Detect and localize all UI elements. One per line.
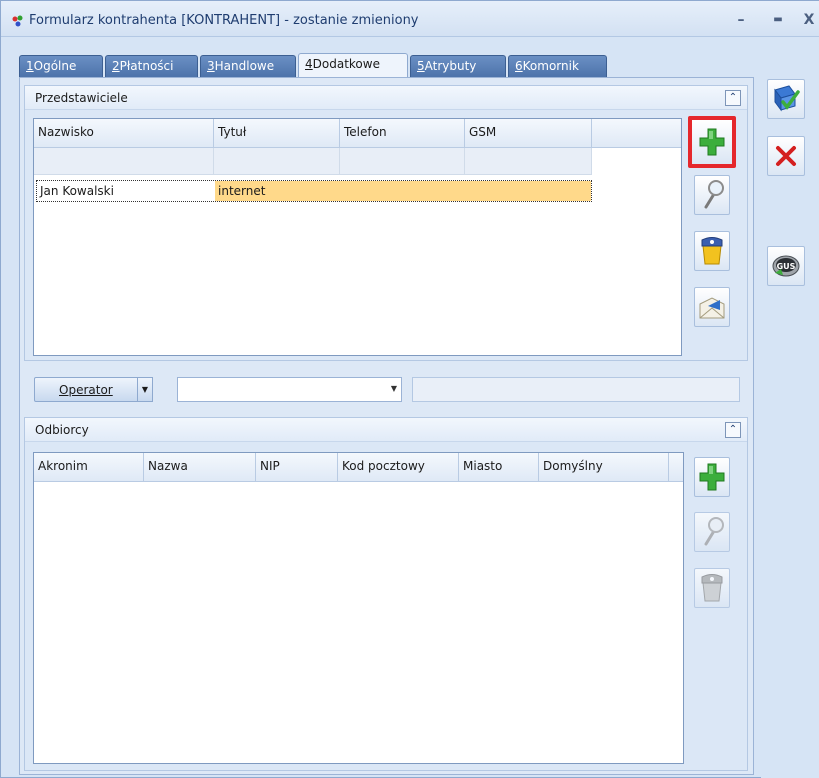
add-representative-button[interactable] <box>688 116 736 168</box>
column-header-telefon[interactable]: Telefon <box>340 119 465 148</box>
collapse-icon[interactable]: ⌃ <box>725 90 741 106</box>
recipients-title: Odbiorcy <box>35 423 89 437</box>
tab-number: 5 <box>417 59 425 73</box>
magnifier-icon <box>704 517 724 546</box>
title-bar: Formularz kontrahenta [KONTRAHENT] - zos… <box>1 1 819 37</box>
recipients-header: Odbiorcy ⌃ <box>25 418 747 442</box>
edit-recipient-button[interactable] <box>694 512 730 552</box>
tab-label: Komornik <box>522 59 579 73</box>
grid-header: Nazwisko Tytuł Telefon GSM <box>34 119 681 148</box>
tab-label: Atrybuty <box>424 59 477 73</box>
representatives-header: Przedstawiciele ⌃ <box>25 86 747 110</box>
delete-representative-button[interactable] <box>694 231 730 271</box>
plus-icon <box>699 128 725 156</box>
edit-representative-button[interactable] <box>694 175 730 215</box>
column-header-miasto[interactable]: Miasto <box>459 453 539 482</box>
tab-ogolne[interactable]: 1Ogólne <box>19 55 103 77</box>
column-header-empty <box>669 453 683 482</box>
maximize-button[interactable]: ▬ <box>768 11 788 29</box>
representatives-group: Przedstawiciele ⌃ Nazwisko Tytuł Telefon… <box>24 85 748 361</box>
filter-cell[interactable] <box>465 148 592 175</box>
delete-recipient-button[interactable] <box>694 568 730 608</box>
representatives-title: Przedstawiciele <box>35 91 128 105</box>
filter-row[interactable] <box>34 148 592 175</box>
tab-number: 2 <box>112 59 120 73</box>
gus-button[interactable]: GUS <box>767 246 805 286</box>
add-recipient-button[interactable] <box>694 457 730 497</box>
gus-icon: GUS <box>772 255 800 277</box>
gus-label: GUS <box>777 262 796 271</box>
trash-icon <box>701 237 723 265</box>
column-header-kod-pocztowy[interactable]: Kod pocztowy <box>338 453 459 482</box>
column-header-gsm[interactable]: GSM <box>465 119 592 148</box>
tab-number: 6 <box>515 59 523 73</box>
grid-header: Akronim Nazwa NIP Kod pocztowy Miasto Do… <box>34 453 683 482</box>
tab-platnosci[interactable]: 2Płatności <box>105 55 198 77</box>
cell-tytul: internet <box>215 181 341 201</box>
tab-label: Ogólne <box>33 59 77 73</box>
tab-content: Przedstawiciele ⌃ Nazwisko Tytuł Telefon… <box>19 77 754 775</box>
save-icon <box>774 85 800 112</box>
cell-gsm <box>466 181 591 201</box>
operator-button[interactable]: Operator <box>34 377 151 402</box>
column-header-nip[interactable]: NIP <box>256 453 338 482</box>
window-title: Formularz kontrahenta [KONTRAHENT] - zos… <box>29 13 419 28</box>
chevron-down-icon[interactable]: ▼ <box>391 384 397 393</box>
collapse-icon[interactable]: ⌃ <box>725 422 741 438</box>
tab-label: Handlowe <box>214 59 275 73</box>
trash-icon <box>701 574 723 602</box>
operator-name-field[interactable] <box>412 377 740 402</box>
column-header-nazwa[interactable]: Nazwa <box>144 453 256 482</box>
save-button[interactable] <box>767 79 805 119</box>
tab-number: 3 <box>207 59 215 73</box>
minimize-button[interactable]: – <box>731 11 751 29</box>
tab-atrybuty[interactable]: 5Atrybuty <box>410 55 506 77</box>
envelope-icon <box>699 297 725 319</box>
tab-dodatkowe[interactable]: 4Dodatkowe <box>298 53 408 78</box>
cancel-button[interactable] <box>767 136 805 176</box>
operator-combo[interactable]: ▼ <box>177 377 402 402</box>
column-header-akronim[interactable]: Akronim <box>34 453 144 482</box>
send-email-button[interactable] <box>694 287 730 327</box>
filter-cell[interactable] <box>34 148 214 175</box>
app-icon <box>12 15 23 27</box>
operator-dropdown-arrow[interactable]: ▼ <box>137 377 153 402</box>
tab-number: 1 <box>26 59 34 73</box>
plus-icon <box>699 463 725 491</box>
magnifier-icon <box>704 180 724 209</box>
filter-cell[interactable] <box>340 148 465 175</box>
tab-handlowe[interactable]: 3Handlowe <box>200 55 296 77</box>
representatives-grid: Nazwisko Tytuł Telefon GSM Jan Kowalski … <box>33 118 682 356</box>
close-button[interactable]: X <box>799 11 819 29</box>
tab-label: Dodatkowe <box>312 57 380 71</box>
tab-label: Płatności <box>119 59 174 73</box>
table-row[interactable]: Jan Kowalski internet <box>36 180 592 202</box>
column-header-nazwisko[interactable]: Nazwisko <box>34 119 214 148</box>
recipients-group: Odbiorcy ⌃ Akronim Nazwa NIP Kod pocztow… <box>24 417 748 771</box>
action-panel: GUS <box>761 37 819 778</box>
form-window: Formularz kontrahenta [KONTRAHENT] - zos… <box>0 0 819 778</box>
cell-telefon <box>341 181 466 201</box>
recipients-grid: Akronim Nazwa NIP Kod pocztowy Miasto Do… <box>33 452 684 764</box>
cell-nazwisko: Jan Kowalski <box>37 181 215 201</box>
filter-cell[interactable] <box>214 148 340 175</box>
operator-label: Operator <box>59 383 113 397</box>
tab-number: 4 <box>305 57 313 71</box>
tab-komornik[interactable]: 6Komornik <box>508 55 607 77</box>
cancel-icon <box>776 146 796 166</box>
column-header-tytul[interactable]: Tytuł <box>214 119 340 148</box>
column-header-empty <box>592 119 681 148</box>
column-header-domyslny[interactable]: Domyślny <box>539 453 669 482</box>
